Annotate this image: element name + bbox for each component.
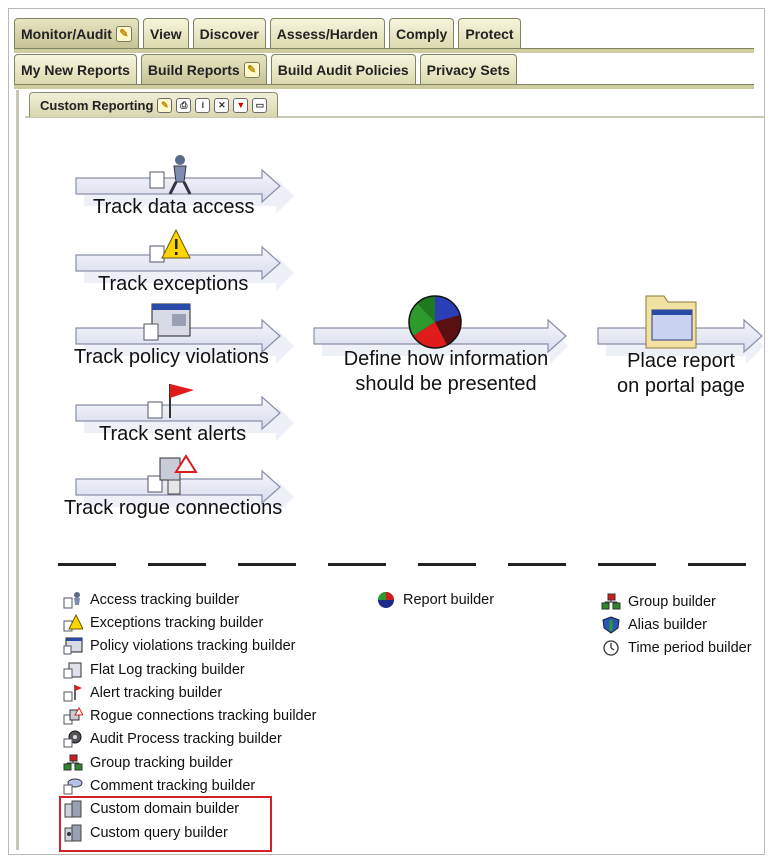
legend-label: Time period builder: [628, 640, 752, 657]
flow-label-track-data-access: Track data access: [93, 196, 255, 218]
document-icon: [62, 661, 84, 679]
legend-label: Access tracking builder: [90, 591, 240, 608]
access-tracking-builder-link[interactable]: Access tracking builder: [62, 588, 317, 611]
legend-label: Comment tracking builder: [90, 778, 256, 795]
legend-label: Alias builder: [628, 616, 707, 633]
pie-chart-icon: [408, 295, 462, 349]
flow-label-place-line2: on portal page: [617, 375, 745, 397]
shield-icon: [600, 616, 622, 634]
report-builder-link[interactable]: Report builder: [375, 588, 494, 611]
legend-label: Group tracking builder: [90, 754, 233, 771]
legend-label: Exceptions tracking builder: [90, 614, 264, 631]
flow-label-track-exceptions: Track exceptions: [98, 273, 249, 295]
separator-dashes: [58, 563, 758, 567]
alert-tracking-builder-link[interactable]: Alert tracking builder: [62, 681, 317, 704]
flow-label-track-sent-alerts: Track sent alerts: [99, 423, 247, 445]
warning-icon: [149, 228, 191, 263]
person-icon: [62, 591, 84, 609]
legend-label: Alert tracking builder: [90, 684, 223, 701]
window-icon: [62, 637, 84, 655]
flow-label-track-policy-violations: Track policy violations: [74, 346, 269, 368]
legend-report-builders: Report builder: [375, 588, 494, 611]
policy-violations-tracking-builder-link[interactable]: Policy violations tracking builder: [62, 635, 317, 658]
rogue-connection-icon: [62, 707, 84, 725]
clock-icon: [600, 639, 622, 657]
exceptions-tracking-builder-link[interactable]: Exceptions tracking builder: [62, 611, 317, 634]
legend-label: Audit Process tracking builder: [90, 731, 282, 748]
group-icon: [600, 593, 622, 611]
legend-label: Flat Log tracking builder: [90, 661, 245, 678]
warning-icon: [62, 613, 84, 632]
comment-icon: [62, 777, 84, 795]
pie-chart-icon: [375, 591, 397, 609]
flow-label-define-line2: should be presented: [355, 373, 537, 395]
legend-other-builders: Group builder Alias builder Time period bu…: [600, 590, 752, 660]
legend-label: Rogue connections tracking builder: [90, 708, 317, 725]
flat-log-tracking-builder-link[interactable]: Flat Log tracking builder: [62, 658, 317, 681]
custom-builders-highlight: [59, 796, 272, 852]
group-icon: [62, 754, 84, 772]
flow-label-place-line1: Place report: [627, 350, 735, 372]
comment-tracking-builder-link[interactable]: Comment tracking builder: [62, 774, 317, 797]
legend-label: Group builder: [628, 593, 716, 610]
audit-process-tracking-builder-link[interactable]: Audit Process tracking builder: [62, 728, 317, 751]
legend-label: Report builder: [403, 591, 495, 608]
alias-builder-link[interactable]: Alias builder: [600, 613, 752, 636]
group-tracking-builder-link[interactable]: Group tracking builder: [62, 751, 317, 774]
rogue-connections-tracking-builder-link[interactable]: Rogue connections tracking builder: [62, 704, 317, 727]
legend-label: Policy violations tracking builder: [90, 638, 296, 655]
time-period-builder-link[interactable]: Time period builder: [600, 637, 752, 660]
flag-icon: [62, 684, 84, 702]
process-icon: [62, 730, 84, 748]
window-icon: [143, 303, 191, 341]
flow-label-define-line1: Define how information: [343, 348, 549, 370]
flow-label-track-rogue-connections: Track rogue connections: [64, 497, 283, 519]
folder-icon: [645, 295, 697, 349]
group-builder-link[interactable]: Group builder: [600, 590, 752, 613]
